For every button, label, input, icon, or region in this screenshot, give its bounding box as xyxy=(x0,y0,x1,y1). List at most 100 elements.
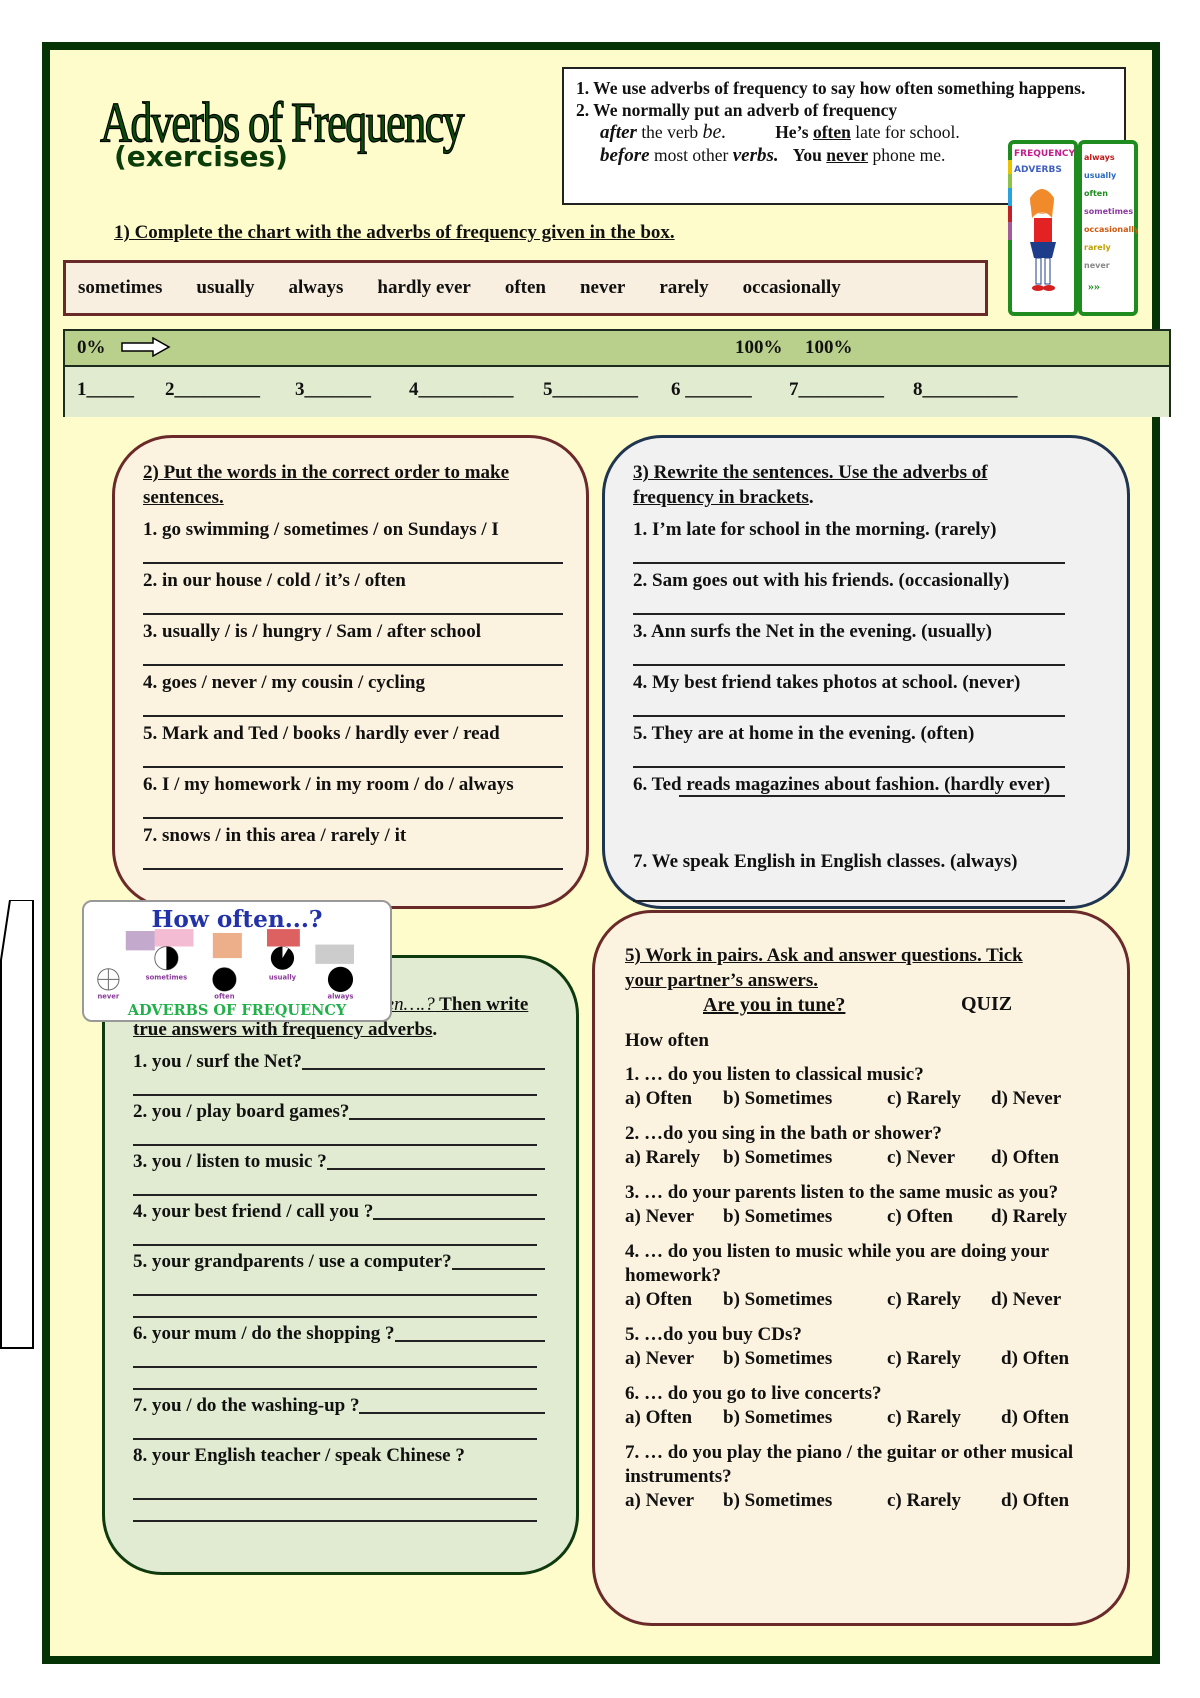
exercise-2-item: 7. snows / in this area / rarely / it xyxy=(143,824,563,875)
answer-line[interactable] xyxy=(143,562,563,564)
quiz-option[interactable]: c) Rarely xyxy=(887,1489,1001,1513)
svg-text:rarely: rarely xyxy=(1084,243,1111,252)
exercise-2-prompt: 4. goes / never / my cousin / cycling xyxy=(143,672,425,693)
chart-blank-6[interactable]: 6 _______ xyxy=(671,379,752,401)
exercise-2-prompt: 2. in our house / cold / it’s / often xyxy=(143,570,406,591)
exercise-4-item: 1. you / surf the Net? xyxy=(133,1050,545,1096)
answer-line[interactable] xyxy=(143,664,563,666)
quiz-option[interactable]: d) Often xyxy=(1001,1489,1091,1513)
quiz-option[interactable]: c) Rarely xyxy=(887,1087,991,1111)
answer-line[interactable] xyxy=(133,1244,537,1246)
word-box-word: rarely xyxy=(659,277,709,298)
exercise-2-prompt: 6. I / my homework / in my room / do / a… xyxy=(143,774,514,795)
quiz-option[interactable]: c) Rarely xyxy=(887,1347,1001,1371)
before-label: before xyxy=(600,145,650,166)
exercise-4-item: 3. you / listen to music ? xyxy=(133,1150,545,1196)
question-line[interactable] xyxy=(451,1250,545,1270)
quiz-option[interactable]: d) Often xyxy=(1001,1406,1091,1430)
quiz-option[interactable]: b) Sometimes xyxy=(723,1489,887,1513)
answer-line[interactable] xyxy=(133,1144,537,1146)
quiz-option[interactable]: d) Never xyxy=(991,1288,1081,1312)
quiz-option[interactable]: b) Sometimes xyxy=(723,1146,887,1170)
quiz-option[interactable]: b) Sometimes xyxy=(723,1288,887,1312)
exercise-3-prompt: 5. They are at home in the evening. (oft… xyxy=(633,723,975,744)
quiz-option[interactable]: c) Rarely xyxy=(887,1406,1001,1430)
question-line[interactable] xyxy=(301,1050,545,1070)
word-box-word: never xyxy=(579,277,626,298)
answer-line[interactable] xyxy=(133,1498,537,1500)
quiz-option[interactable]: c) Rarely xyxy=(887,1288,991,1312)
chart-blank-5[interactable]: 5_________ xyxy=(543,379,638,401)
chart-blank-8[interactable]: 8__________ xyxy=(913,379,1018,401)
word-box-word: often xyxy=(504,277,546,298)
exercise-4-prompt: 2. you / play board games? xyxy=(133,1101,350,1122)
quiz-questions: 1. … do you listen to classical music? a)… xyxy=(625,1063,1095,1524)
question-line[interactable] xyxy=(349,1100,545,1120)
exercise-2-list: 1. go swimming / sometimes / on Sundays … xyxy=(143,518,563,875)
answer-line[interactable] xyxy=(633,613,1065,615)
pie-never-icon xyxy=(97,968,120,991)
quiz-options: a) Rarely b) Sometimes c) Never d) Often xyxy=(625,1146,1095,1170)
rule-1: 1. We use adverbs of frequency to say ho… xyxy=(576,78,1086,98)
answer-line[interactable] xyxy=(133,1094,537,1096)
answer-line[interactable] xyxy=(143,868,563,870)
quiz-options: a) Often b) Sometimes c) Rarely d) Often xyxy=(625,1406,1095,1430)
answer-line[interactable] xyxy=(633,715,1065,717)
answer-line[interactable] xyxy=(133,1520,537,1522)
quiz-option[interactable]: a) Rarely xyxy=(625,1146,723,1170)
quiz-option[interactable]: a) Often xyxy=(625,1406,723,1430)
quiz-option[interactable]: d) Often xyxy=(1001,1347,1091,1371)
quiz-option[interactable]: c) Never xyxy=(887,1146,991,1170)
quiz-option[interactable]: b) Sometimes xyxy=(723,1205,887,1229)
quiz-option[interactable]: a) Never xyxy=(625,1205,723,1229)
exercise-4-prompt: 5. your grandparents / use a computer? xyxy=(133,1251,452,1272)
answer-line[interactable] xyxy=(633,900,1065,902)
answer-line[interactable] xyxy=(133,1366,537,1368)
answer-line[interactable] xyxy=(143,817,563,819)
word-box: sometimes usually always hardly ever often ne… xyxy=(63,260,988,316)
question-line[interactable] xyxy=(394,1322,545,1342)
answer-line[interactable] xyxy=(133,1294,537,1296)
after-text: the verb xyxy=(636,122,703,142)
chart-blank-3[interactable]: 3_______ xyxy=(295,379,371,401)
exercise-3-list: 1. I’m late for school in the morning. (… xyxy=(633,518,1065,902)
answer-line[interactable] xyxy=(633,664,1065,666)
quiz-option[interactable]: d) Rarely xyxy=(991,1205,1081,1229)
example-1-pre: He’s xyxy=(775,122,813,142)
frequency-chart-blanks: 1_____ 2_________ 3_______ 4__________ 5____… xyxy=(65,367,1169,417)
answer-line[interactable] xyxy=(143,766,563,768)
quiz-option[interactable]: b) Sometimes xyxy=(723,1406,887,1430)
quiz-option[interactable]: d) Often xyxy=(991,1146,1081,1170)
quiz-option[interactable]: a) Never xyxy=(625,1347,723,1371)
question-line[interactable] xyxy=(359,1394,545,1414)
quiz-question-text: 3. … do your parents listen to the same … xyxy=(625,1182,1059,1203)
quiz-option[interactable]: d) Never xyxy=(991,1087,1081,1111)
answer-line[interactable] xyxy=(133,1438,537,1440)
chart-blank-2[interactable]: 2_________ xyxy=(165,379,260,401)
answer-line[interactable] xyxy=(143,613,563,615)
exercise-3-prompt: 1. I’m late for school in the morning. (… xyxy=(633,519,997,540)
answer-line[interactable] xyxy=(633,766,1065,768)
answer-line[interactable] xyxy=(633,562,1065,564)
exercise-4-prompt: 1. you / surf the Net? xyxy=(133,1051,302,1072)
quiz-option[interactable]: b) Sometimes xyxy=(723,1347,887,1371)
answer-line[interactable] xyxy=(143,715,563,717)
quiz-option[interactable]: c) Often xyxy=(887,1205,991,1229)
question-line[interactable] xyxy=(326,1150,545,1170)
question-line[interactable] xyxy=(373,1200,545,1220)
quiz-option[interactable]: a) Often xyxy=(625,1288,723,1312)
answer-line[interactable] xyxy=(133,1194,537,1196)
answer-line[interactable] xyxy=(133,1316,537,1318)
exercise-3-title: 3) Rewrite the sentences. Use the adverb… xyxy=(633,460,1053,510)
quiz-option[interactable]: a) Never xyxy=(625,1489,723,1513)
chart-blank-1[interactable]: 1_____ xyxy=(77,379,134,401)
quiz-option[interactable]: b) Sometimes xyxy=(723,1087,887,1111)
answer-line[interactable] xyxy=(133,1388,537,1390)
exercise-3-item: 5. They are at home in the evening. (oft… xyxy=(633,722,1065,773)
quiz-question: 5. …do you buy CDs? a) Never b) Sometimes c… xyxy=(625,1323,1095,1371)
quiz-option[interactable]: a) Often xyxy=(625,1087,723,1111)
exercise-3-prompt: 7. We speak English in English classes. … xyxy=(633,851,1018,872)
chart-blank-4[interactable]: 4__________ xyxy=(409,379,514,401)
chart-blank-7[interactable]: 7_________ xyxy=(789,379,884,401)
exercise-3-prompt: 4. My best friend takes photos at school… xyxy=(633,672,1021,693)
